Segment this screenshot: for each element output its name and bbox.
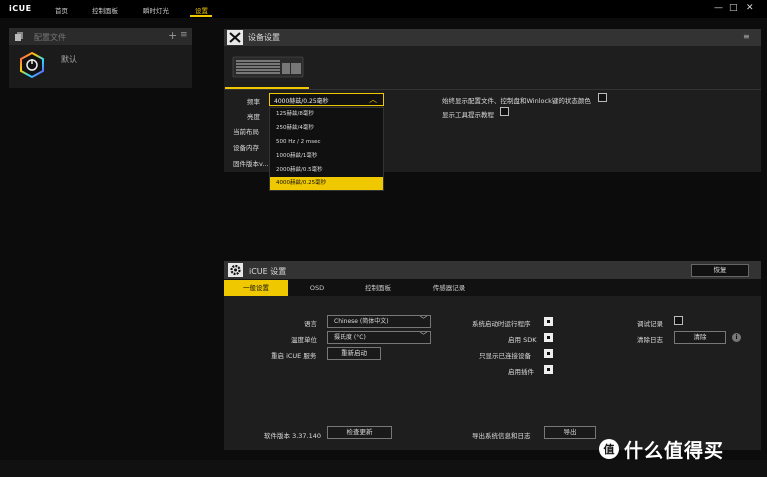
temperature-unit-value: 摄氏度 (°C)	[334, 334, 366, 341]
tools-icon	[227, 30, 243, 45]
show-tooltips-checkbox[interactable]	[500, 107, 509, 116]
tab-general[interactable]: 一般设置	[224, 280, 288, 296]
frequency-select-value: 4000赫兹/0.25毫秒	[274, 98, 329, 105]
always-show-status-label: 始终显示配置文件、控制盘和Winlock键的状态颜色	[442, 97, 591, 105]
enable-plugins-checkbox[interactable]	[544, 365, 553, 374]
chevron-down-icon: ﹀	[420, 332, 427, 340]
tab-home[interactable]: 首页	[55, 5, 68, 15]
restart-button[interactable]: 重新启动	[327, 347, 381, 360]
icue-settings-header	[224, 261, 761, 279]
chevron-up-icon: ︿	[369, 95, 377, 104]
device-settings-header	[224, 29, 761, 46]
debug-log-checkbox[interactable]	[674, 316, 683, 325]
brightness-label: 亮度	[247, 113, 260, 121]
profiles-title: 配置文件	[34, 33, 66, 42]
frequency-option[interactable]: 2000赫兹/0.5毫秒	[270, 164, 383, 177]
profile-name[interactable]: 默认	[61, 54, 77, 65]
svg-text:值: 值	[604, 442, 615, 456]
clear-log-button[interactable]: 清除	[674, 331, 726, 344]
profiles-icon	[15, 32, 23, 41]
enable-sdk-checkbox[interactable]	[544, 333, 553, 342]
show-connected-checkbox[interactable]	[544, 349, 553, 358]
frequency-option-selected[interactable]: 4000赫兹/0.25毫秒	[270, 177, 383, 190]
check-update-button[interactable]: 检查更新	[327, 426, 392, 439]
current-layout-label: 当前布局	[233, 128, 259, 136]
minimize-button[interactable]: —	[714, 3, 723, 13]
tab-instant-lighting[interactable]: 瞬时灯光	[143, 5, 169, 15]
always-show-status-checkbox[interactable]	[598, 93, 607, 102]
profiles-menu-button[interactable]: ≡	[180, 30, 188, 40]
temperature-unit-label: 温度单位	[291, 336, 317, 344]
chevron-down-icon: ﹀	[420, 316, 427, 324]
export-info-label: 导出系统信息和日志	[472, 432, 531, 440]
restart-service-label: 重启 iCUE 服务	[271, 352, 317, 360]
language-select[interactable]: Chinese (简体中文) ﹀	[327, 315, 431, 328]
device-settings-title: 设备设置	[248, 33, 280, 42]
close-button[interactable]: ✕	[746, 3, 754, 13]
info-icon[interactable]: i	[732, 333, 741, 342]
frequency-option[interactable]: 250赫兹/4毫秒	[270, 122, 383, 135]
language-value: Chinese (简体中文)	[334, 318, 389, 325]
frequency-option[interactable]: 1000赫兹/1毫秒	[270, 150, 383, 163]
frequency-option[interactable]: 500 Hz / 2 msec	[270, 136, 383, 149]
divider	[224, 89, 761, 90]
app-logo: iCUE	[9, 4, 32, 13]
show-tooltips-label: 显示工具提示教程	[442, 111, 494, 119]
tab-sensor-logging[interactable]: 传感器记录	[420, 280, 478, 296]
tab-dashboard[interactable]: 控制面板	[92, 5, 118, 15]
enable-plugins-label: 启用插件	[508, 368, 534, 376]
export-button[interactable]: 导出	[544, 426, 596, 439]
profile-default-icon[interactable]	[19, 52, 45, 78]
active-tab-indicator	[190, 15, 212, 17]
watermark-logo-icon: 值	[599, 439, 619, 459]
maximize-button[interactable]: □	[729, 3, 738, 13]
temperature-unit-select[interactable]: 摄氏度 (°C) ﹀	[327, 331, 431, 344]
run-on-startup-checkbox[interactable]	[544, 317, 553, 326]
frequency-label: 频率	[247, 98, 260, 106]
clear-log-label: 清除日志	[637, 336, 663, 344]
tab-settings[interactable]: 设置	[195, 5, 208, 15]
firmware-label: 固件版本v...	[233, 160, 269, 168]
device-memory-label: 设备内存	[233, 144, 259, 152]
enable-sdk-label: 启用 SDK	[508, 336, 537, 344]
show-connected-label: 只显示已连接设备	[479, 352, 531, 360]
watermark-text: 什么值得买	[624, 440, 725, 462]
tab-osd[interactable]: OSD	[295, 280, 339, 296]
gear-icon	[228, 263, 243, 277]
tab-dashboard-settings[interactable]: 控制面板	[352, 280, 404, 296]
frequency-option[interactable]: 125赫兹/8毫秒	[270, 108, 383, 121]
device-settings-menu-button[interactable]: ≡	[743, 32, 750, 41]
debug-log-label: 调试记录	[637, 320, 663, 328]
software-version-label: 软件版本 3.37.140	[264, 432, 322, 440]
keyboard-device-thumbnail[interactable]	[225, 47, 309, 89]
run-on-startup-label: 系统启动时运行程序	[472, 320, 531, 328]
language-label: 语言	[304, 320, 317, 328]
add-profile-button[interactable]: +	[168, 29, 177, 42]
icue-settings-title: iCUE 设置	[249, 267, 287, 276]
restore-button[interactable]: 恢复	[691, 264, 749, 277]
